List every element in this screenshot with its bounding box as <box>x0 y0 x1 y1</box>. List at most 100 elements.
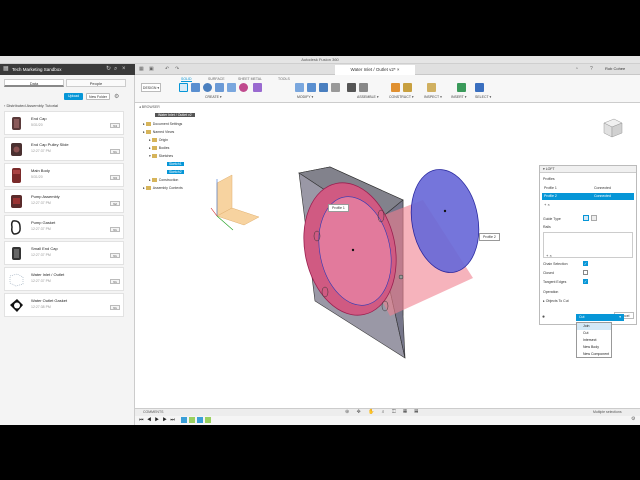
version-badge[interactable]: V1 <box>110 253 120 258</box>
measure-icon[interactable] <box>427 83 436 92</box>
loft-profile-row[interactable]: Profile 1 Connected <box>542 185 634 192</box>
file-item[interactable]: Small End Cap 12:27:37 PM V1 <box>4 241 124 265</box>
profile-status[interactable]: Connected <box>594 193 611 200</box>
extrude-icon[interactable] <box>191 83 200 92</box>
version-badge[interactable]: V2 <box>110 201 120 206</box>
file-item[interactable]: End Cap Pulley Slide 12:27:37 PM V1 <box>4 137 124 161</box>
search-icon[interactable]: ⌕ <box>114 66 120 72</box>
browser-item-document-settings[interactable]: ▸ Document Settings <box>143 122 182 127</box>
document-tab[interactable]: Water Inlet / Outlet v2* × <box>335 65 415 75</box>
objects-to-cut-label[interactable]: ▸ Objects To Cut <box>543 299 569 303</box>
insert-icon[interactable] <box>457 83 466 92</box>
operation-option[interactable]: New Component <box>577 351 611 358</box>
group-modify[interactable]: MODIFY ▾ <box>297 95 313 99</box>
browser-root[interactable]: Water Inlet / Outlet v2 <box>155 113 195 117</box>
press-pull-icon[interactable] <box>295 83 304 92</box>
grid-menu-icon[interactable]: ▦ <box>139 66 144 72</box>
group-inspect[interactable]: INSPECT ▾ <box>424 95 442 99</box>
undo-icon[interactable]: ↶ <box>165 66 169 72</box>
timeline-sketch-icon[interactable] <box>181 417 187 423</box>
sphere-icon[interactable] <box>239 83 248 92</box>
close-icon[interactable]: × <box>122 66 128 72</box>
browser-item-sketch1[interactable]: Sketch1 <box>167 162 184 166</box>
loft-icon[interactable] <box>227 83 236 92</box>
select-icon[interactable] <box>475 83 484 92</box>
group-construct[interactable]: CONSTRUCT ▾ <box>389 95 414 99</box>
version-badge[interactable]: V3 <box>110 175 120 180</box>
save-icon[interactable]: ▣ <box>149 66 154 72</box>
timeline-sketch-icon[interactable] <box>189 417 195 423</box>
form-icon[interactable] <box>253 83 262 92</box>
user-name[interactable]: Rob Cohee <box>605 66 625 71</box>
profile-status[interactable]: Connected <box>594 185 611 192</box>
chain-selection-checkbox[interactable]: ✓ <box>583 261 588 266</box>
browser-item-assembly-contexts[interactable]: ▸ Assembly Contexts <box>143 186 183 191</box>
browser-item-sketch2[interactable]: Sketch2 <box>167 170 184 174</box>
create-sketch-icon[interactable] <box>179 83 188 92</box>
navigation-bar-icons[interactable]: ⊕ ✥ ✋ ⌕ ◫ ▦ ▤ <box>345 409 421 415</box>
browser-item-bodies[interactable]: ▸ Bodies <box>149 146 169 151</box>
new-component-icon[interactable] <box>347 83 356 92</box>
file-item[interactable]: Pump Gasket 12:27:37 PM V1 <box>4 215 124 239</box>
group-select[interactable]: SELECT ▾ <box>475 95 491 99</box>
redo-icon[interactable]: ↷ <box>175 66 179 72</box>
operation-dropdown[interactable]: Cut ▾ <box>576 314 624 321</box>
operation-option[interactable]: Join <box>577 323 611 330</box>
guide-centerline-icon[interactable] <box>591 215 597 221</box>
notifications-icon[interactable]: ◔ <box>575 66 578 72</box>
browser-item-origin[interactable]: ▸ Origin <box>149 138 168 143</box>
operation-option[interactable]: Cut <box>577 330 611 337</box>
file-item[interactable]: Main Body 5/31/20 V3 <box>4 163 124 187</box>
group-insert[interactable]: INSERT ▾ <box>451 95 466 99</box>
grid-icon[interactable]: ▦ <box>3 66 9 72</box>
version-badge[interactable]: V1 <box>110 305 120 310</box>
closed-checkbox[interactable] <box>583 270 588 275</box>
guide-rails-icon[interactable] <box>583 215 589 221</box>
info-icon[interactable]: ● <box>542 314 545 320</box>
browser-item-named-views[interactable]: ▸ Named Views <box>143 130 174 135</box>
offset-plane-icon[interactable] <box>391 83 400 92</box>
group-create[interactable]: CREATE ▾ <box>205 95 222 99</box>
tangent-edges-checkbox[interactable]: ✓ <box>583 279 588 284</box>
axis-icon[interactable] <box>403 83 412 92</box>
add-remove-icons[interactable]: + × <box>544 202 550 207</box>
operation-option[interactable]: Intersect <box>577 337 611 344</box>
tab-people[interactable]: People <box>66 79 126 87</box>
file-item[interactable]: Water Inlet / Outlet 12:27:37 PM V1 <box>4 267 124 291</box>
revolve-icon[interactable] <box>203 83 212 92</box>
timeline-feature-icon[interactable] <box>205 417 211 423</box>
new-folder-button[interactable]: New Folder <box>86 93 110 100</box>
project-title[interactable]: ‹ Distributed Assembly Tutorial <box>4 103 58 108</box>
timeline-settings-icon[interactable]: ⚙ <box>631 416 635 422</box>
ribbon-tab-solid[interactable]: SOLID <box>181 77 192 82</box>
team-name[interactable]: Tech Marketing Sandbox <box>12 64 62 75</box>
help-icon[interactable]: ? <box>590 66 593 72</box>
ribbon-tab-tools[interactable]: TOOLS <box>278 77 290 81</box>
comments-bar[interactable]: COMMENTS ⊕ ✥ ✋ ⌕ ◫ ▦ ▤ Multiple selectio… <box>135 408 640 416</box>
timeline-loft-icon[interactable] <box>197 417 203 423</box>
version-badge[interactable]: V4 <box>110 123 120 128</box>
version-badge[interactable]: V1 <box>110 149 120 154</box>
version-badge[interactable]: V1 <box>110 279 120 284</box>
settings-gear-icon[interactable]: ⚙ <box>114 93 119 100</box>
group-assemble[interactable]: ASSEMBLE ▾ <box>357 95 379 99</box>
viewcube[interactable] <box>600 115 624 139</box>
browser-item-construction[interactable]: ▸ Construction <box>149 178 178 183</box>
ribbon-tab-surface[interactable]: SURFACE <box>208 77 225 81</box>
workspace-switcher[interactable]: DESIGN ▾ <box>141 83 161 92</box>
file-item[interactable]: End Cap 5/31/20 V4 <box>4 111 124 135</box>
joint-icon[interactable] <box>359 83 368 92</box>
rails-list[interactable]: + × <box>543 232 633 258</box>
browser-header[interactable]: ◂ BROWSER <box>139 105 160 109</box>
fillet-icon[interactable] <box>307 83 316 92</box>
upload-button[interactable]: Upload <box>64 93 83 100</box>
file-item[interactable]: Pump Assembly 12:27:37 PM V2 <box>4 189 124 213</box>
file-item[interactable]: Water Outlet Gasket 12:27:38 PM V1 <box>4 293 124 317</box>
ribbon-tab-sheet-metal[interactable]: SHEET METAL <box>238 77 262 81</box>
version-badge[interactable]: V1 <box>110 227 120 232</box>
shell-icon[interactable] <box>319 83 328 92</box>
refresh-icon[interactable]: ↻ <box>106 66 112 72</box>
loft-profile-row-selected[interactable]: Profile 2 Connected <box>542 193 634 200</box>
move-icon[interactable] <box>331 83 340 92</box>
operation-option[interactable]: New Body <box>577 344 611 351</box>
